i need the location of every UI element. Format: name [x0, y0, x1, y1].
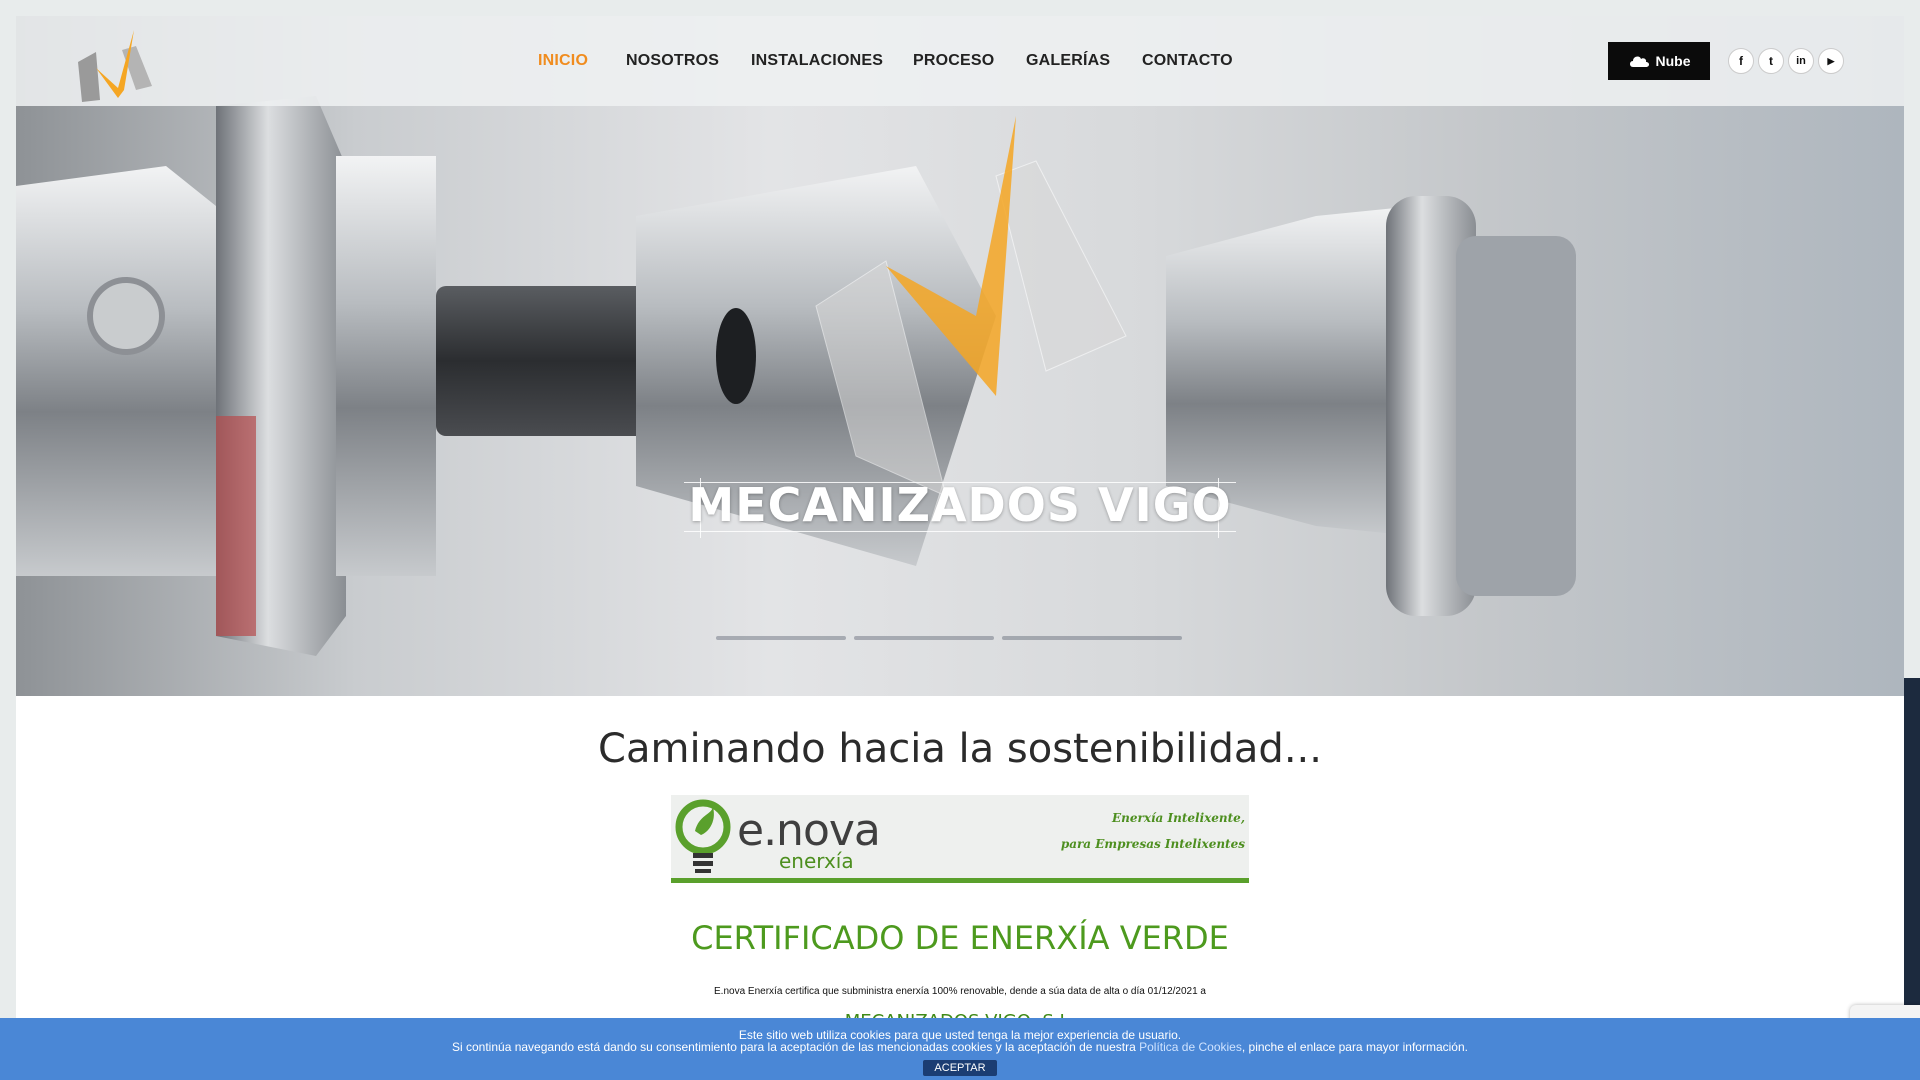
- page: INICIO NOSOTROS INSTALACIONES PROCESO GA…: [16, 16, 1904, 1080]
- nube-button[interactable]: Nube: [1608, 42, 1710, 80]
- scroll-indicator[interactable]: [1904, 678, 1920, 1028]
- linkedin-icon[interactable]: in: [1788, 48, 1814, 74]
- cookie-accept-button[interactable]: ACEPTAR: [923, 1060, 997, 1076]
- nav-instalaciones[interactable]: INSTALACIONES: [751, 52, 883, 70]
- hero-subtitle-fragment: [716, 636, 846, 640]
- nav-contacto[interactable]: CONTACTO: [1142, 52, 1233, 70]
- lightbulb-icon: [675, 799, 731, 873]
- cookie-text-after: , pinche el enlace para mayor informació…: [1241, 1040, 1468, 1054]
- certificate-heading: CERTIFICADO DE ENERXÍA VERDE: [691, 919, 1229, 957]
- cloud-icon: [1629, 56, 1649, 67]
- certificate-tagline-1: Enerxía Intelixente,: [1112, 811, 1245, 825]
- site-header: INICIO NOSOTROS INSTALACIONES PROCESO GA…: [16, 16, 1904, 106]
- nav-inicio[interactable]: INICIO: [538, 52, 588, 70]
- hero-subtitle-fading: [716, 636, 1196, 642]
- section-title: Caminando hacia la sostenibilidad...: [598, 726, 1322, 772]
- hero-title-block: MECANIZADOS VIGO: [684, 478, 1236, 538]
- facebook-icon[interactable]: f: [1728, 48, 1754, 74]
- cookie-text-line2: Si continúa navegando está dando su cons…: [0, 1040, 1920, 1054]
- cookie-policy-link[interactable]: Política de Cookies: [1139, 1040, 1242, 1054]
- certificate-banner: e.nova enerxía Enerxía Intelixente, para…: [671, 795, 1249, 883]
- nav-proceso[interactable]: PROCESO: [913, 52, 994, 70]
- youtube-icon[interactable]: ▶: [1818, 48, 1844, 74]
- certificate-tagline-2: para Empresas Intelixentes: [1060, 837, 1245, 851]
- twitter-icon[interactable]: t: [1758, 48, 1784, 74]
- hero-machine-image: [16, 96, 1576, 656]
- nube-label: Nube: [1655, 53, 1691, 69]
- cookie-bar: Este sitio web utiliza cookies para que …: [0, 1018, 1920, 1080]
- hero-subtitle-fragment: [854, 636, 994, 640]
- hero-banner: INICIO NOSOTROS INSTALACIONES PROCESO GA…: [16, 16, 1904, 696]
- certificate-brand-sub: enerxía: [779, 849, 854, 873]
- nav-galerias[interactable]: GALERÍAS: [1026, 52, 1110, 70]
- hero-title: MECANIZADOS VIGO: [688, 478, 1232, 532]
- certificate-text: E.nova Enerxía certifica que subministra…: [714, 986, 1206, 997]
- cookie-text-before: Si continúa navegando está dando su cons…: [452, 1040, 1140, 1054]
- nav-nosotros[interactable]: NOSOTROS: [626, 52, 719, 70]
- hero-subtitle-fragment: [1002, 636, 1182, 640]
